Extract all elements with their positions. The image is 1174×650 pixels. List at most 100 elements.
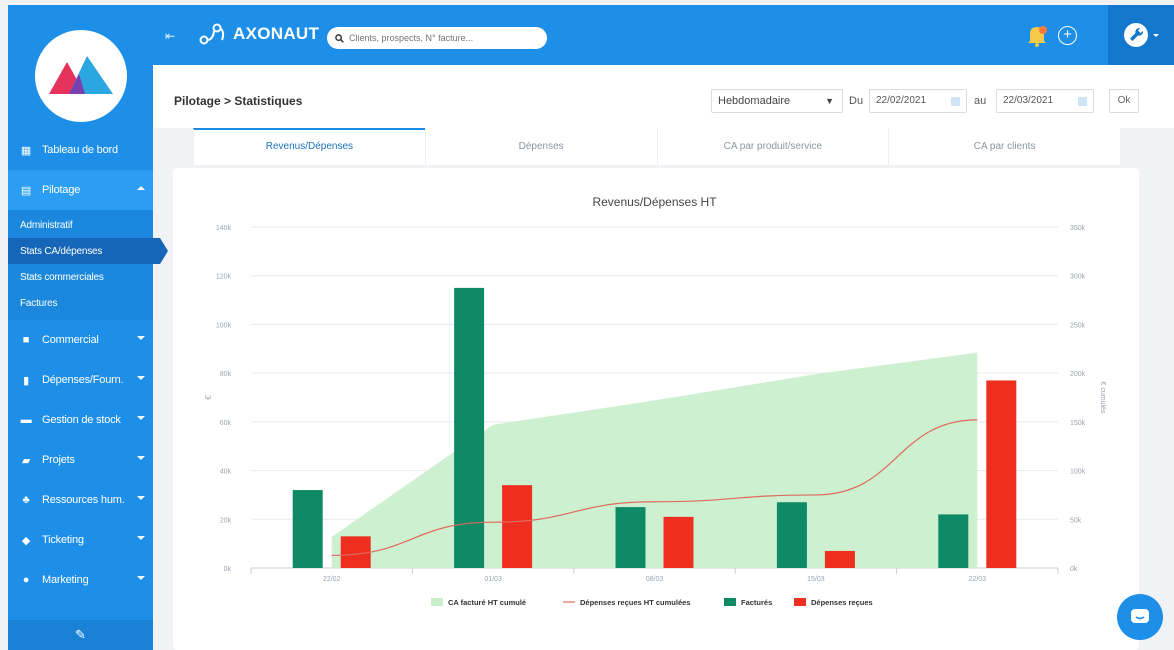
sidebar-subitem[interactable]: Stats commerciales (8, 264, 153, 290)
bar-factures (615, 507, 646, 568)
brand-logo-icon (199, 23, 225, 45)
sidebar-subitem[interactable]: Factures (8, 290, 153, 316)
sidebar-nav: ▦ Tableau de bord ▤ Pilotage Administratif St… (8, 130, 168, 600)
bar-factures (454, 287, 485, 568)
sidebar-subitem[interactable]: Administratif (8, 212, 153, 238)
chevron-down-icon (1153, 33, 1159, 37)
calendar-icon[interactable] (1078, 97, 1087, 106)
briefcase-icon: ■ (22, 334, 30, 346)
bar-factures (776, 502, 807, 568)
bar-depenses (824, 550, 855, 568)
date-from-label: Du (849, 95, 864, 107)
sidebar-item-label: Marketing (42, 574, 89, 586)
x-tick-label: 22/02 (323, 576, 341, 583)
y-tick-label: 120k (216, 274, 232, 281)
y2-axis-label: € cumulés (1099, 382, 1106, 414)
chat-support-button[interactable] (1117, 594, 1163, 640)
logo[interactable] (35, 30, 127, 122)
sidebar-item[interactable]: ▤ Pilotage (8, 170, 153, 210)
sidebar-item[interactable]: ■ Commercial (8, 320, 153, 360)
legend-label: Dépenses reçues (811, 598, 873, 607)
chevron-down-icon: ▼ (825, 96, 834, 106)
ok-button[interactable]: Ok (1109, 89, 1139, 113)
tab-depenses[interactable]: Dépenses (424, 128, 657, 165)
sidebar-item-label: Ticketing (42, 534, 84, 546)
y-tick-label: 140k (216, 225, 232, 232)
x-tick-label: 01/03 (484, 576, 502, 583)
y-tick-label: 60k (220, 420, 232, 427)
y2-tick-label: 100k (1070, 469, 1086, 476)
search-input[interactable] (349, 33, 529, 43)
sidebar-item-label: Tableau de bord (42, 144, 118, 156)
sidebar-item[interactable]: ◆ Ticketing (8, 520, 153, 560)
sidebar-item-label: Dépenses/Fourn. (42, 374, 124, 386)
tab-ca-clients[interactable]: CA par clients (888, 128, 1120, 165)
date-to-value: 22/03/2021 (1003, 95, 1054, 106)
sidebar-item-label: Ressources hum. (42, 494, 125, 506)
bar-factures (938, 514, 969, 568)
top-bar: ⇤ AXONAUT + (153, 5, 1174, 65)
y-axis-label: € (204, 395, 213, 400)
date-from-value: 22/02/2021 (876, 95, 927, 106)
y2-tick-label: 200k (1070, 371, 1086, 378)
chart-icon: ▤ (20, 184, 32, 197)
y2-tick-label: 350k (1070, 225, 1086, 232)
chevron-up-icon (137, 186, 145, 190)
y-tick-label: 20k (220, 517, 232, 524)
collapse-sidebar-icon[interactable]: ⇤ (165, 29, 175, 43)
notification-bell-icon[interactable] (1026, 24, 1048, 53)
revenus-depenses-chart: Revenus/Dépenses HT 0k 20k 40k 60k 80k 100k 120… (204, 195, 1106, 607)
x-tick-label: 22/03 (969, 576, 987, 583)
chevron-down-icon (137, 496, 145, 500)
add-icon[interactable]: + (1058, 26, 1077, 45)
sidebar-item[interactable]: ▦ Tableau de bord (8, 130, 153, 170)
sidebar-item-label: Gestion de stock (42, 414, 121, 426)
calendar-icon[interactable] (951, 97, 960, 106)
y-tick-label: 40k (220, 469, 232, 476)
y-tick-label: 80k (220, 371, 232, 378)
legend-label: Facturés (741, 598, 772, 607)
tab-revenus-depenses[interactable]: Revenus/Dépenses (193, 128, 425, 165)
legend-swatch (794, 598, 806, 606)
chart-card: Revenus/Dépenses HT 0k 20k 40k 60k 80k 100k 120… (173, 168, 1139, 650)
sidebar-item[interactable]: ▬ Gestion de stock (8, 400, 153, 440)
date-to-input[interactable]: 22/03/2021 (996, 89, 1094, 113)
app-window: ▦ Tableau de bord ▤ Pilotage Administratif St… (0, 0, 1174, 650)
dashboard-icon: ▦ (20, 144, 32, 157)
sidebar-item[interactable]: ▰ Projets (8, 440, 153, 480)
legend-swatch (724, 598, 736, 606)
chart-title: Revenus/Dépenses HT (592, 195, 717, 209)
sidebar-item[interactable]: ♣ Ressources hum. (8, 480, 153, 520)
sidebar-item[interactable]: ● Marketing (8, 560, 153, 600)
period-select[interactable]: Hebdomadaire ▼ (711, 89, 843, 113)
bar-depenses (986, 380, 1017, 568)
tab-ca-produit[interactable]: CA par produit/service (656, 128, 889, 165)
date-from-input[interactable]: 22/02/2021 (869, 89, 967, 113)
search-box[interactable] (327, 27, 547, 49)
y-tick-label: 100k (216, 322, 232, 329)
search-icon (335, 33, 344, 43)
ticket-icon: ◆ (21, 534, 31, 547)
sidebar-item-label: Pilotage (42, 184, 81, 196)
chevron-down-icon (137, 536, 145, 540)
box-icon: ▬ (20, 414, 32, 426)
sidebar-item-label: Projets (42, 454, 75, 466)
sidebar-item[interactable]: ▮ Dépenses/Fourn. (8, 360, 153, 400)
sidebar-subitem[interactable]: Stats CA/dépenses (8, 238, 168, 264)
legend-swatch (431, 598, 443, 606)
period-value: Hebdomadaire (718, 95, 791, 107)
y2-tick-label: 0k (1070, 566, 1078, 573)
wrench-icon (1124, 23, 1148, 47)
sidebar-settings-icon[interactable]: ✎ (8, 620, 153, 650)
axonaut-logo-icon (49, 56, 113, 94)
megaphone-icon: ● (22, 574, 30, 586)
chevron-down-icon (137, 576, 145, 580)
bar-factures (292, 490, 323, 568)
y2-tick-label: 250k (1070, 322, 1086, 329)
user-menu[interactable] (1108, 5, 1174, 65)
y2-tick-label: 300k (1070, 274, 1086, 281)
area-ca-cumule (331, 352, 978, 568)
bar-depenses (340, 536, 371, 568)
x-tick-label: 08/03 (646, 576, 664, 583)
brand[interactable]: AXONAUT (199, 23, 319, 45)
